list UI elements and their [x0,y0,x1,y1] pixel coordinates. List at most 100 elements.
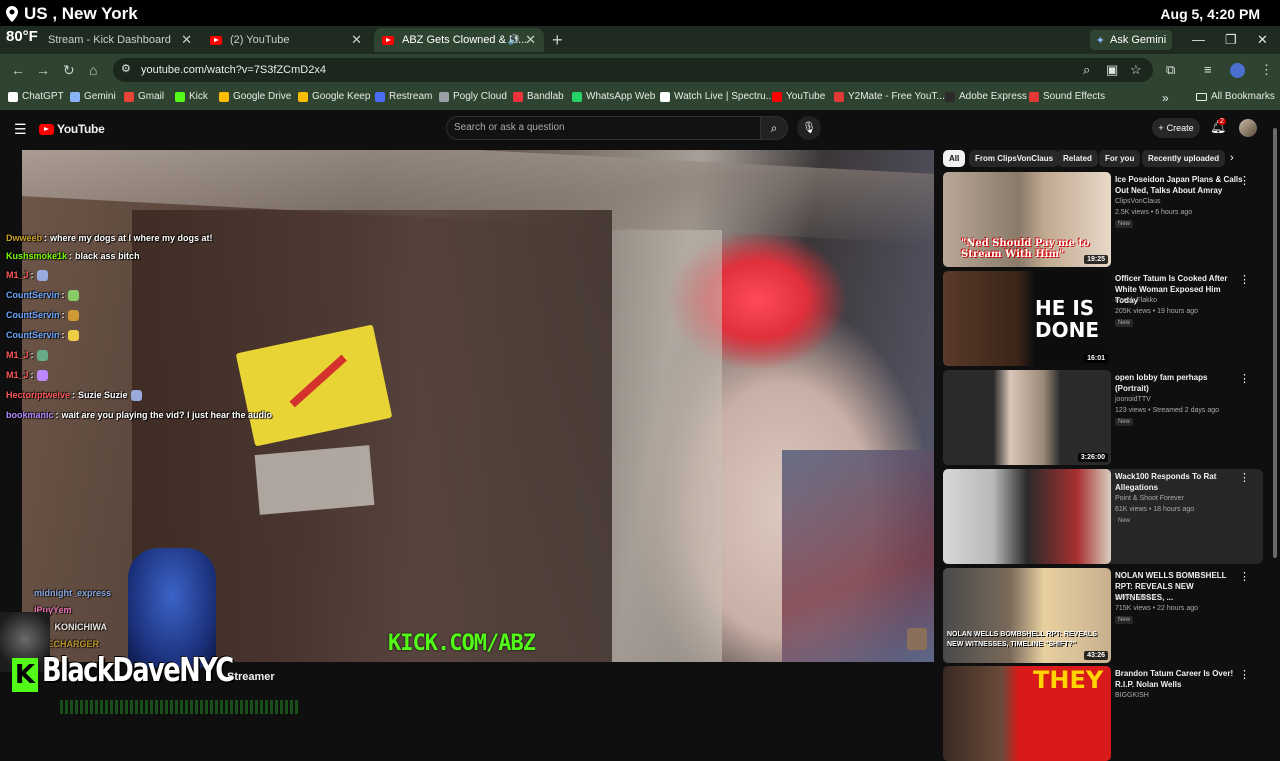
media-controls-icon[interactable]: ≡ [1204,62,1212,77]
bookmark-item[interactable]: Gemini [70,91,116,102]
more-options-icon[interactable]: ⋮ [1239,471,1250,484]
more-options-icon[interactable]: ⋮ [1239,273,1250,286]
close-icon[interactable]: ✕ [351,32,362,48]
bookmark-item[interactable]: Sound Effects [1029,91,1105,102]
all-bookmarks-label: All Bookmarks [1211,91,1275,102]
more-options-icon[interactable]: ⋮ [1239,668,1250,681]
browser-menu-icon[interactable]: ⋮ [1260,62,1273,78]
more-options-icon[interactable]: ⋮ [1239,372,1250,385]
filter-chip[interactable]: From ClipsVonClaus [969,150,1060,167]
chat-text: black ass bitch [75,251,140,261]
channel-name[interactable]: joonoidTTV [1115,396,1151,403]
chat-message: CountServin: [6,330,79,342]
zoom-icon[interactable]: ⌕ [1083,62,1090,78]
all-bookmarks-button[interactable]: All Bookmarks [1196,91,1275,102]
bookmark-favicon-icon [70,91,80,102]
cast-icon[interactable]: ▣ [1106,62,1118,78]
channel-name[interactable]: BIGGKISH [1115,692,1149,699]
bookmark-item[interactable]: Google Keep [298,91,370,102]
bookmarks-overflow-icon[interactable]: » [1162,91,1169,105]
hamburger-menu-icon[interactable]: ☰ [14,121,27,138]
window-close-button[interactable]: ✕ [1257,32,1268,48]
recommended-video[interactable]: NOLAN WELLS BOMBSHELL RPT: REVEALS NEW W… [943,568,1263,663]
video-duration: 19:25 [1084,255,1108,264]
ask-gemini-button[interactable]: ✦ Ask Gemini [1090,30,1172,50]
tab-abz-video[interactable]: ABZ Gets Clowned & M... 🔊 ✕ [374,28,544,52]
url-text[interactable]: youtube.com/watch?v=7S3fZCmD2x4 [141,64,326,76]
speaker-icon[interactable]: 🔊 [508,35,520,46]
recommended-video[interactable]: HE IS DONE 16:01 Officer Tatum Is Cooked A… [943,271,1263,366]
chat-text: where my dogs at I where my dogs at! [50,233,213,243]
video-title[interactable]: Brandon Tatum Career Is Over! R.I.P. Nol… [1115,668,1243,690]
bookmark-item[interactable]: ChatGPT [8,91,64,102]
bookmark-label: YouTube [786,91,826,102]
bookmark-star-icon[interactable]: ☆ [1130,62,1142,78]
tab-kick-dashboard[interactable]: Stream - Kick Dashboard ✕ [40,28,200,52]
recommended-video[interactable]: 3:26:00 open lobby fam perhaps (Portrait)… [943,370,1263,465]
create-button[interactable]: + Create [1152,118,1200,138]
video-thumbnail[interactable]: NOLAN WELLS BOMBSHELL RPT: REVEALS NEW W… [943,568,1111,663]
chat-username: CountServin [6,310,60,320]
tab-youtube[interactable]: (2) YouTube ✕ [202,28,370,52]
filter-chip[interactable]: Recently uploaded [1142,150,1226,167]
filter-chip[interactable]: For you [1099,150,1141,167]
video-thumbnail[interactable] [943,469,1111,564]
minimize-button[interactable]: — [1192,32,1205,47]
close-icon[interactable]: ✕ [181,32,192,48]
youtube-logo[interactable]: YouTube [39,122,105,136]
bookmark-item[interactable]: Gmail [124,91,164,102]
bookmark-item[interactable]: Google Drive [219,91,291,102]
forward-arrow-icon[interactable]: → [36,62,50,78]
video-thumbnail[interactable]: "Ned Should Pay me to Stream With Him" 19… [943,172,1111,267]
bookmark-item[interactable]: Y2Mate - Free YouT... [834,91,945,102]
video-thumbnail[interactable]: HE IS DONE 16:01 [943,271,1111,366]
video-thumbnail[interactable]: THEY [943,666,1111,761]
channel-name[interactable]: ClipsVonClaus [1115,198,1161,205]
bookmark-item[interactable]: Restream [375,91,432,102]
more-options-icon[interactable]: ⋮ [1239,570,1250,583]
home-icon[interactable]: ⌂ [89,62,97,78]
filter-chip[interactable]: Related [1057,150,1098,167]
bookmark-item[interactable]: Watch Live | Spectru... [660,91,774,102]
extensions-icon[interactable]: ⧉ [1166,62,1175,78]
account-avatar[interactable] [1239,119,1257,137]
recommended-video[interactable]: THEY Brandon Tatum Career Is Over! R.I.P.… [943,666,1263,761]
chat-colon: : [72,390,76,400]
site-info-icon[interactable]: ⚙ [121,62,131,75]
scrollbar-thumb[interactable] [1273,128,1277,558]
back-arrow-icon[interactable]: ← [11,62,25,78]
profile-avatar[interactable] [1230,63,1245,78]
kick-url-overlay: KICK.COM/ABZ [388,631,536,656]
video-title[interactable]: Ice Poseidon Japan Plans & Calls Out Ned… [1115,174,1243,196]
video-meta: 123 views • Streamed 2 days ago [1115,407,1220,414]
channel-name[interactable]: Point & Shoot Forever [1115,495,1184,502]
voice-search-button[interactable]: 🎙 [797,116,821,140]
streamer-label: Streamer [227,671,275,683]
bookmark-item[interactable]: YouTube [772,91,825,102]
search-button[interactable]: ⌕ [760,116,788,140]
new-tab-button[interactable]: + [552,30,563,51]
close-icon[interactable]: ✕ [525,32,536,48]
bookmark-item[interactable]: Adobe Express [945,91,1027,102]
maximize-button[interactable]: ❐ [1225,32,1237,48]
bookmark-item[interactable]: Bandlab [513,91,564,102]
chat-emote-icon [36,270,48,282]
chat-emote-icon [67,330,79,342]
filter-chip[interactable]: All [943,150,966,167]
recommended-video[interactable]: Wack100 Responds To Rat Allegations Point… [943,469,1263,564]
chevron-right-icon[interactable]: › [1230,152,1234,164]
channel-name[interactable]: Poetik Flakko [1115,297,1157,304]
reload-icon[interactable]: ↻ [63,62,75,79]
channel-name[interactable]: Nancy Grace [1115,594,1156,601]
more-options-icon[interactable]: ⋮ [1239,174,1250,187]
bookmark-item[interactable]: Kick [175,91,208,102]
bookmark-favicon-icon [124,91,134,102]
bookmark-item[interactable]: WhatsApp Web [572,91,655,102]
video-thumbnail[interactable]: 3:26:00 [943,370,1111,465]
recommended-video[interactable]: "Ned Should Pay me to Stream With Him" 19… [943,172,1263,267]
video-title[interactable]: Wack100 Responds To Rat Allegations [1115,471,1243,493]
video-title[interactable]: open lobby fam perhaps (Portrait) [1115,372,1243,394]
chat-colon: : [69,251,73,261]
bookmark-item[interactable]: Pogly Cloud [439,91,507,102]
thumbnail-text: "Ned Should Pay me to Stream With Him" [961,238,1090,260]
